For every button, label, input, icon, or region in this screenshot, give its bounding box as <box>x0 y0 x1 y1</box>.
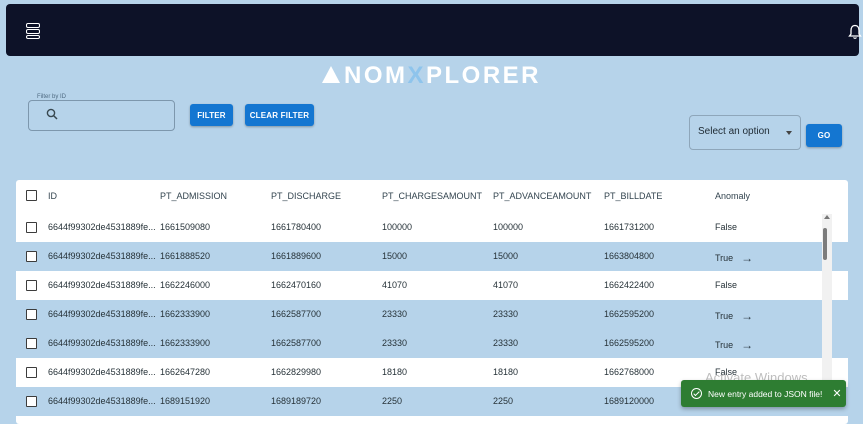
cell-id: 6644f99302de4531889fe... <box>48 280 156 290</box>
cell-pt-chargesamount: 41070 <box>382 280 408 290</box>
cell-pt-billdate: 1662422400 <box>604 280 655 290</box>
row-checkbox[interactable] <box>26 251 37 262</box>
cell-anomaly: True → <box>715 309 753 323</box>
cell-pt-chargesamount: 100000 <box>382 222 413 232</box>
close-icon[interactable]: ✕ <box>832 387 841 400</box>
check-circle-icon <box>691 388 702 399</box>
cell-pt-chargesamount: 15000 <box>382 251 408 261</box>
toast-message: New entry added to JSON file! <box>708 388 823 399</box>
cell-pt-advanceamount: 23330 <box>493 338 519 348</box>
header-pt-admission[interactable]: PT_ADMISSION <box>160 191 227 201</box>
cell-pt-discharge: 1662829980 <box>271 367 322 377</box>
cell-pt-billdate: 1662595200 <box>604 338 655 348</box>
success-toast: New entry added to JSON file! ✕ <box>681 380 846 407</box>
select-all-checkbox[interactable] <box>26 190 37 201</box>
filter-button[interactable]: FILTER <box>190 104 233 126</box>
anomaly-value: False <box>715 222 738 232</box>
cell-pt-chargesamount: 18180 <box>382 367 408 377</box>
cell-id: 6644f99302de4531889fe... <box>48 222 156 232</box>
cell-anomaly: False <box>715 222 737 232</box>
cell-pt-billdate: 1661731200 <box>604 222 655 232</box>
cell-pt-discharge: 1689189720 <box>271 396 322 406</box>
anomaly-value: True <box>715 340 734 350</box>
arrow-right-icon[interactable]: → <box>741 338 753 352</box>
row-checkbox[interactable] <box>26 396 37 407</box>
logo-prefix: NOM <box>343 62 408 89</box>
arrow-right-icon[interactable]: → <box>741 309 753 323</box>
anomaly-value: True <box>715 311 734 321</box>
caret-down-icon <box>786 131 792 135</box>
cell-pt-advanceamount: 15000 <box>493 251 519 261</box>
cell-pt-admission: 1689151920 <box>160 396 211 406</box>
cell-pt-discharge: 1662470160 <box>271 280 322 290</box>
cell-pt-billdate: 1663804800 <box>604 251 655 261</box>
search-icon <box>46 108 58 120</box>
header-anomaly[interactable]: Anomaly <box>715 191 750 201</box>
arrow-right-icon[interactable]: → <box>741 251 753 265</box>
app-logo: NOMXPLORER <box>0 62 863 90</box>
cell-pt-admission: 1661888520 <box>160 251 211 261</box>
cell-pt-admission: 1662647280 <box>160 367 211 377</box>
anomaly-value: True <box>715 253 734 263</box>
row-checkbox[interactable] <box>26 309 37 320</box>
table-row[interactable]: 6644f99302de4531889fe... 1661888520 166188… <box>16 242 848 271</box>
cell-pt-admission: 1661509080 <box>160 222 211 232</box>
header-pt-billdate[interactable]: PT_BILLDATE <box>604 191 662 201</box>
menu-icon[interactable] <box>26 23 44 41</box>
option-select-label: Select an option <box>698 126 770 137</box>
go-button[interactable]: GO <box>806 124 842 147</box>
clear-filter-button[interactable]: CLEAR FILTER <box>245 104 314 126</box>
cell-anomaly: False <box>715 280 737 290</box>
cell-pt-discharge: 1662587700 <box>271 309 322 319</box>
top-app-bar <box>6 4 862 56</box>
cell-pt-billdate: 1689120000 <box>604 396 655 406</box>
cell-pt-advanceamount: 18180 <box>493 367 519 377</box>
cell-pt-advanceamount: 2250 <box>493 396 514 406</box>
filter-field-label: Filter by ID <box>34 94 70 100</box>
cell-pt-chargesamount: 2250 <box>382 396 403 406</box>
header-pt-discharge[interactable]: PT_DISCHARGE <box>271 191 341 201</box>
bell-icon[interactable] <box>848 24 862 40</box>
cell-id: 6644f99302de4531889fe... <box>48 309 156 319</box>
cell-anomaly: True → <box>715 251 753 265</box>
cell-pt-discharge: 1661889600 <box>271 251 322 261</box>
cell-pt-advanceamount: 23330 <box>493 309 519 319</box>
scroll-up-arrow-icon[interactable] <box>824 215 830 219</box>
header-pt-chargesamount[interactable]: PT_CHARGESAMOUNT <box>382 191 482 201</box>
scroll-thumb[interactable] <box>823 228 827 260</box>
cell-pt-admission: 1662333900 <box>160 309 211 319</box>
table-row[interactable]: 6644f99302de4531889fe... 1662246000 166247… <box>16 271 848 300</box>
row-checkbox[interactable] <box>26 222 37 233</box>
cell-id: 6644f99302de4531889fe... <box>48 396 156 406</box>
logo-triangle-icon <box>321 66 340 83</box>
row-checkbox[interactable] <box>26 367 37 378</box>
table-row[interactable]: 6644f99302de4531889fe... 1661509080 166178… <box>16 213 848 242</box>
cell-id: 6644f99302de4531889fe... <box>48 251 156 261</box>
filter-id-input[interactable] <box>64 104 169 126</box>
cell-pt-advanceamount: 41070 <box>493 280 519 290</box>
cell-pt-advanceamount: 100000 <box>493 222 524 232</box>
cell-id: 6644f99302de4531889fe... <box>48 338 156 348</box>
table-row[interactable]: 6644f99302de4531889fe... 1662333900 166258… <box>16 329 848 358</box>
row-checkbox[interactable] <box>26 338 37 349</box>
cell-pt-chargesamount: 23330 <box>382 338 408 348</box>
anomaly-value: False <box>715 280 738 290</box>
header-id[interactable]: ID <box>48 191 57 201</box>
cell-anomaly: True → <box>715 338 753 352</box>
cell-pt-admission: 1662333900 <box>160 338 211 348</box>
logo-suffix: PLORER <box>426 62 542 89</box>
cell-pt-billdate: 1662768000 <box>604 367 655 377</box>
header-pt-advanceamount[interactable]: PT_ADVANCEAMOUNT <box>493 191 591 201</box>
cell-pt-billdate: 1662595200 <box>604 309 655 319</box>
cell-pt-discharge: 1662587700 <box>271 338 322 348</box>
row-checkbox[interactable] <box>26 280 37 291</box>
table-row[interactable]: 6644f99302de4531889fe... 1662333900 166258… <box>16 300 848 329</box>
table-header-row: ID PT_ADMISSION PT_DISCHARGE PT_CHARGESA… <box>16 180 848 213</box>
cell-pt-admission: 1662246000 <box>160 280 211 290</box>
cell-id: 6644f99302de4531889fe... <box>48 367 156 377</box>
logo-x: X <box>407 62 426 89</box>
cell-pt-chargesamount: 23330 <box>382 309 408 319</box>
cell-pt-discharge: 1661780400 <box>271 222 322 232</box>
